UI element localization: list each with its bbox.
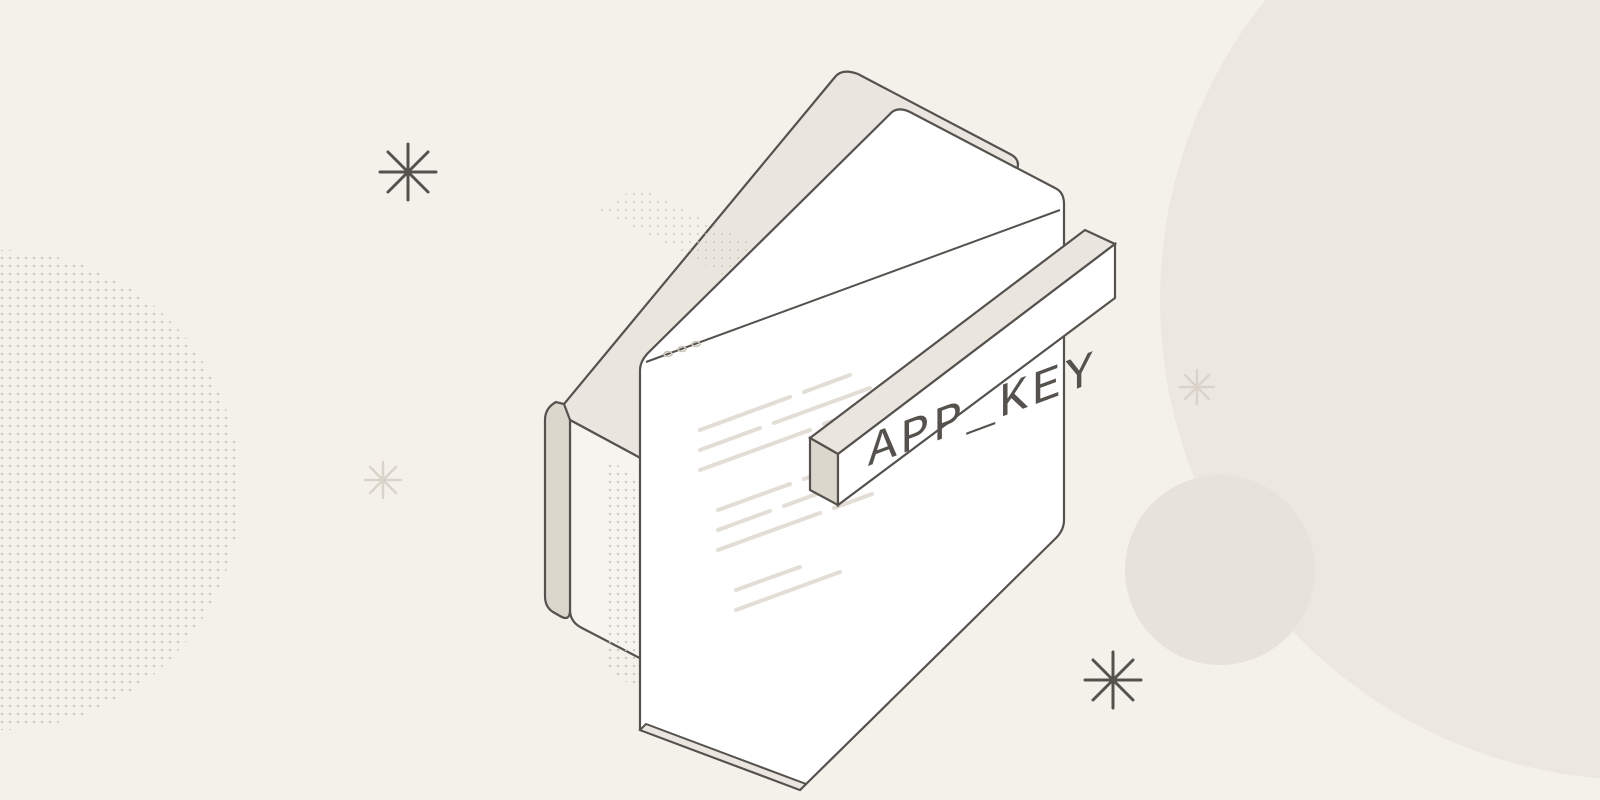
star-icon (380, 144, 436, 200)
star-icon (1180, 370, 1214, 404)
background-dot-circle (0, 250, 240, 730)
star-icon (1085, 652, 1141, 708)
star-icon (365, 462, 401, 498)
illustration-canvas: APP_KEY (0, 0, 1600, 800)
background-circle-small (1125, 475, 1315, 665)
